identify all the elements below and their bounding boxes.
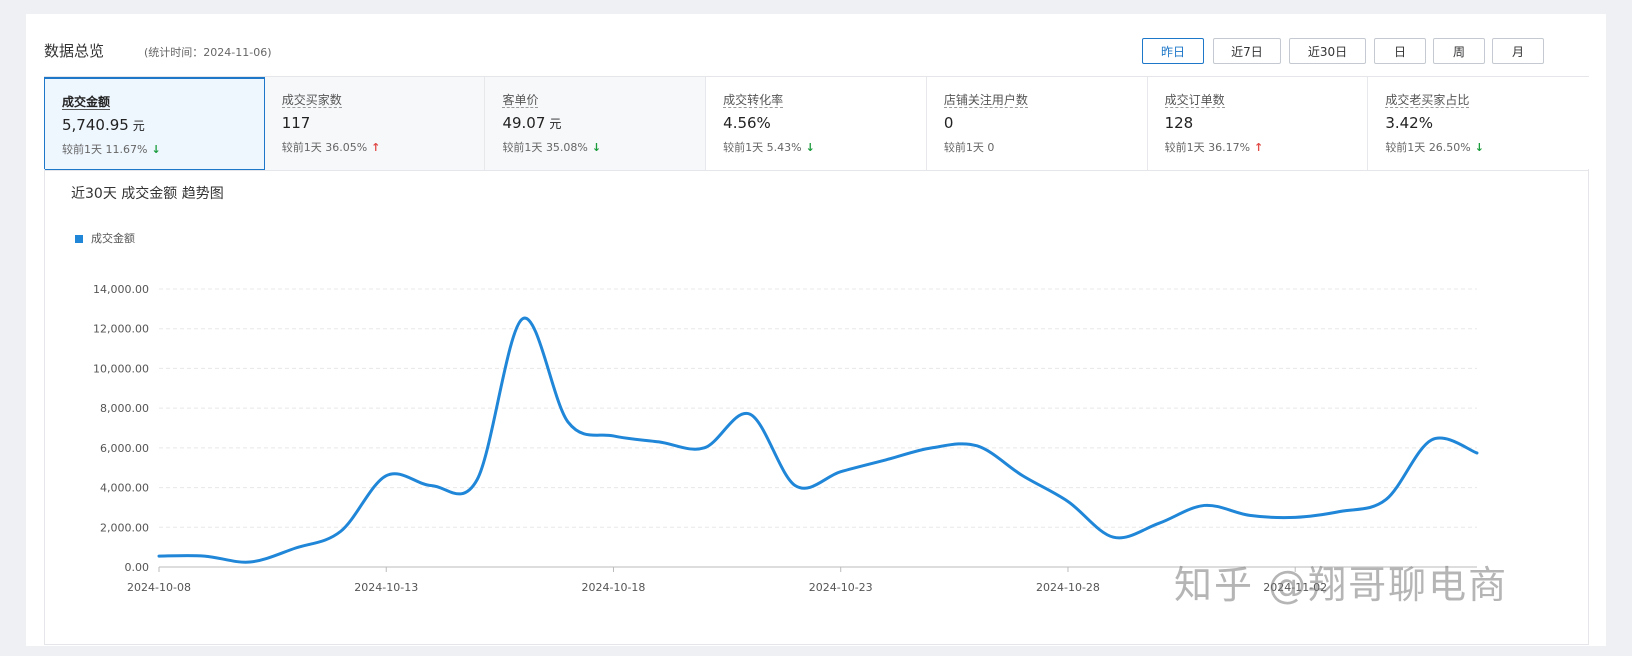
compare-prefix: 较前1天 [502,141,543,154]
range-button-week[interactable]: 周 [1433,38,1485,64]
metric-number: 5,740.95 [62,116,129,134]
metric-number: 49.07 [502,114,546,132]
metric-compare: 较前1天 11.67% ↓ [62,141,161,157]
compare-value: 0 [987,141,995,154]
metric-compare: 较前1天 26.50% ↓ [1385,139,1484,155]
metric-compare: 较前1天 35.08% ↓ [502,139,601,155]
arrow-down-icon: ↓ [151,143,161,156]
compare-prefix: 较前1天 [62,143,102,156]
compare-prefix: 较前1天 [943,141,984,154]
arrow-down-icon: ↓ [591,141,602,154]
y-tick-label: 4,000.00 [100,482,149,495]
arrow-up-icon: ↑ [371,141,381,154]
x-tick-label: 2024-10-23 [809,581,873,594]
metric-card-returning-buyers[interactable]: 成交老买家占比 3.42% 较前1天 26.50% ↓ [1368,77,1590,170]
range-button-30d[interactable]: 近30日 [1289,38,1366,64]
metric-label: 客单价 [502,93,539,108]
page-title: 数据总览 [44,42,105,60]
metric-card-gmv[interactable]: 成交金额 5,740.95 元 较前1天 11.67% ↓ [44,77,265,170]
metric-number: 3.42% [1385,114,1433,132]
compare-prefix: 较前1天 [281,141,322,154]
metric-value: 117 [282,114,311,132]
y-tick-label: 10,000.00 [93,362,149,375]
y-tick-label: 2,000.00 [100,521,149,534]
watermark: 知乎 @翔哥聊电商 [1174,563,1509,607]
metric-unit: 元 [549,117,562,131]
compare-value: 36.05% [325,141,368,154]
metric-value: 0 [944,114,954,132]
range-button-month[interactable]: 月 [1492,38,1544,64]
metric-label: 成交买家数 [281,93,342,108]
metric-card-avg-order[interactable]: 客单价 49.07 元 较前1天 35.08% ↓ [485,77,707,170]
compare-prefix: 较前1天 [723,141,764,154]
arrow-down-icon: ↓ [1474,141,1484,154]
metric-number: 128 [1164,114,1194,132]
metric-label: 成交老买家占比 [1385,93,1470,108]
y-tick-label: 0.00 [125,561,150,574]
range-button-7d[interactable]: 近7日 [1213,38,1281,64]
metric-compare: 较前1天 0 [944,139,995,155]
compare-prefix: 较前1天 [1385,141,1426,154]
metric-cards: 成交金额 5,740.95 元 较前1天 11.67% ↓ 成交买家数 117 较前… [44,76,1590,171]
compare-value: 26.50% [1428,141,1471,154]
metric-card-orders[interactable]: 成交订单数 128 较前1天 36.17% ↑ [1147,77,1369,170]
metric-label: 成交转化率 [723,93,784,108]
data-overview-panel: 数据总览 (统计时间：2024-11-06) 昨日 近7日 近30日 日 周 月… [26,14,1606,646]
y-tick-label: 6,000.00 [100,442,149,455]
metric-card-conversion[interactable]: 成交转化率 4.56% 较前1天 5.43% ↓ [706,77,927,170]
x-tick-label: 2024-10-08 [127,581,191,594]
compare-value: 36.17% [1208,141,1251,154]
x-tick-label: 2024-10-18 [582,581,646,594]
series-line [157,316,1479,564]
metric-value: 49.07 元 [502,114,561,132]
metric-value: 5,740.95 元 [62,116,145,134]
compare-prefix: 较前1天 [1164,141,1205,154]
metric-compare: 较前1天 36.17% ↑ [1165,139,1264,155]
range-button-yesterday[interactable]: 昨日 [1142,38,1204,64]
arrow-up-icon: ↑ [1254,141,1264,154]
metric-compare: 较前1天 5.43% ↓ [723,139,815,155]
metric-value: 4.56% [723,114,771,132]
x-tick-label: 2024-10-28 [1036,581,1100,594]
metric-value: 3.42% [1385,114,1433,132]
metric-unit: 元 [132,119,145,133]
metric-number: 0 [943,114,954,132]
metric-card-followers[interactable]: 店铺关注用户数 0 较前1天 0 [926,77,1148,170]
metric-label: 成交订单数 [1164,93,1225,108]
y-tick-label: 8,000.00 [100,402,149,415]
metric-label: 成交金额 [62,95,111,110]
metric-number: 117 [281,114,311,132]
range-button-day[interactable]: 日 [1374,38,1426,64]
y-tick-label: 12,000.00 [93,323,149,336]
arrow-down-icon: ↓ [805,141,815,154]
metric-compare: 较前1天 36.05% ↑ [282,139,381,155]
metric-card-buyers[interactable]: 成交买家数 117 较前1天 36.05% ↑ [264,77,486,170]
x-tick-label: 2024-10-13 [354,581,418,594]
compare-value: 35.08% [545,141,588,154]
metric-label: 店铺关注用户数 [943,93,1028,108]
compare-value: 5.43% [766,141,802,154]
y-tick-label: 14,000.00 [93,283,149,296]
metric-value: 128 [1165,114,1194,132]
compare-value: 11.67% [105,143,148,156]
metric-number: 4.56% [723,114,771,132]
stat-time: (统计时间：2024-11-06) [144,46,272,59]
